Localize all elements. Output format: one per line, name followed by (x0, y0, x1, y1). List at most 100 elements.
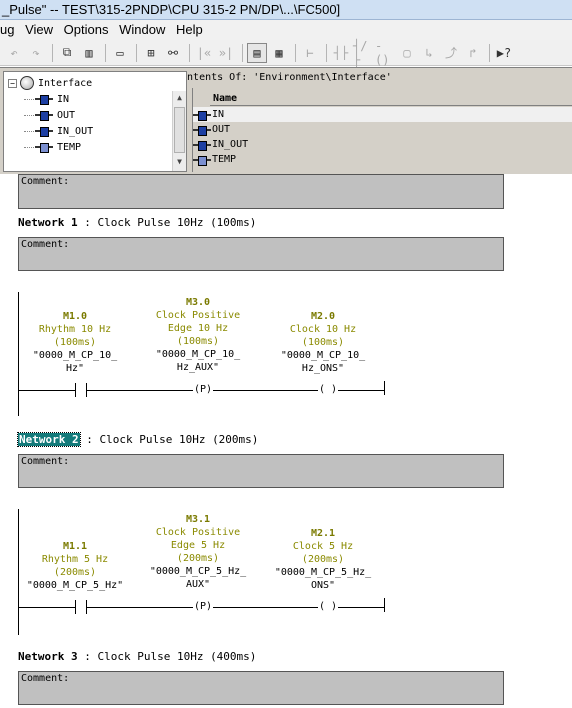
network-1-comment[interactable]: Comment: (18, 237, 504, 271)
coil-m2-1[interactable]: M2.1 Clock 5 Hz (200ms) "0000_M_CP_5_Hz_… (270, 527, 376, 592)
symbol-name: "0000_M_CP_5_Hz_ (149, 566, 247, 577)
scroll-down-icon[interactable]: ▼ (173, 155, 186, 169)
operand-address: M1.0 (62, 311, 88, 322)
symbol-comment: (200ms) (301, 554, 345, 565)
window-title: _Pulse" -- TEST\315-2PNDP\CPU 315-2 PN/D… (0, 0, 572, 20)
symbol-name: "0000_M_CP_5_Hz" (26, 580, 124, 591)
network-3-comment[interactable]: Comment: (18, 671, 504, 705)
tree-item-out[interactable]: OUT (24, 107, 75, 123)
jump-icon[interactable]: ↱ (463, 43, 483, 63)
network-title-text: : Clock Pulse 10Hz (100ms) (84, 216, 257, 229)
no-contact[interactable] (75, 600, 87, 614)
contact-m1-0[interactable]: M1.0 Rhythm 10 Hz (100ms) "0000_M_CP_10_… (22, 310, 128, 375)
symbol-comment: Clock 10 Hz (289, 324, 357, 335)
tree-item-label: IN (57, 93, 70, 105)
toolbar: ↶ ↷ ⧉ ▥ ▭ ⊞ ⚯ |« »| ▤ ▦ ⊢ ┤├ ┤/├ -() ▢ ↳… (0, 39, 572, 67)
help-icon[interactable]: ▶? (494, 43, 514, 63)
toolbar-separator (136, 43, 137, 62)
out-param-icon (193, 125, 211, 136)
positive-edge-coil[interactable]: (P) (193, 384, 214, 396)
symbol-comment: Edge 5 Hz (170, 540, 226, 551)
nc-contact-icon[interactable]: ┤/├ (353, 39, 373, 67)
rung-end (384, 381, 385, 395)
menu-options[interactable]: Options (64, 20, 116, 40)
symbol-name: "0000_M_CP_10_ (32, 350, 118, 361)
tree-scrollbar[interactable]: ▲ ▼ (172, 91, 186, 171)
temp-param-icon (35, 142, 53, 153)
network-3-title[interactable]: Network 3 : Clock Pulse 10Hz (400ms) (18, 650, 256, 663)
overview-icon[interactable]: ▭ (110, 43, 130, 63)
operand-address: M3.1 (185, 514, 211, 525)
table-row-in-out[interactable]: IN_OUT (193, 137, 572, 152)
close-branch-icon[interactable]: ⤴ (441, 43, 461, 63)
positive-edge-coil[interactable]: (P) (193, 601, 214, 613)
symbol-comment: Clock Positive (155, 310, 241, 321)
operand-address: M3.0 (185, 297, 211, 308)
undo-icon[interactable]: ↶ (4, 43, 24, 63)
menu-help[interactable]: Help (176, 20, 210, 40)
menu-view[interactable]: View (25, 20, 60, 40)
detail-icon[interactable]: ▦ (269, 43, 289, 63)
tree-item-temp[interactable]: TEMP (24, 139, 81, 155)
column-header-name[interactable]: Name (210, 91, 572, 106)
tree-item-in[interactable]: IN (24, 91, 69, 107)
scroll-up-icon[interactable]: ▲ (173, 91, 186, 105)
network-icon[interactable]: ⊞ (141, 43, 161, 63)
symbol-name: "0000_M_CP_10_ (155, 349, 241, 360)
first-icon[interactable]: |« (194, 43, 214, 63)
network-2-title[interactable]: Network 2 : Clock Pulse 10Hz (200ms) (17, 432, 259, 447)
symbol-comment: (200ms) (53, 567, 97, 578)
tree-root-label: Interface (38, 77, 93, 89)
rung-end (384, 598, 385, 612)
no-contact[interactable] (75, 383, 87, 397)
interface-panel: Contents Of: 'Environment\Interface' − I… (0, 67, 572, 174)
box-icon[interactable]: ▢ (397, 43, 417, 63)
monitor-icon[interactable]: ▥ (79, 43, 99, 63)
scroll-thumb[interactable] (174, 107, 185, 153)
branch-icon[interactable]: ⊢ (300, 43, 320, 63)
toolbar-separator (52, 43, 53, 62)
tree-root[interactable]: − Interface (8, 75, 92, 91)
network-2-comment[interactable]: Comment: (18, 454, 504, 488)
block-comment[interactable]: Comment: (18, 174, 504, 209)
coil-m3-0[interactable]: M3.0 Clock Positive Edge 10 Hz (100ms) "… (145, 296, 251, 374)
table-row-in[interactable]: IN (193, 107, 572, 122)
compare-icon[interactable]: ⧉ (57, 43, 77, 63)
network-title-text: : Clock Pulse 10Hz (200ms) (86, 433, 259, 446)
symbol-name: "0000_M_CP_5_Hz_ (274, 567, 372, 578)
coil-icon[interactable]: -() (375, 39, 395, 67)
symbol-comment: Rhythm 10 Hz (38, 324, 112, 335)
network-label: Network 2 (17, 432, 81, 447)
tree-item-label: OUT (57, 109, 76, 121)
tree-item-label: IN_OUT (57, 125, 94, 137)
output-coil[interactable]: ( ) (318, 384, 339, 396)
power-rail (18, 509, 19, 635)
output-coil[interactable]: ( ) (318, 601, 339, 613)
symbol-comment: (100ms) (53, 337, 97, 348)
window-icon[interactable]: ▤ (247, 42, 267, 63)
network-label: Network 3 (18, 650, 78, 663)
network-1-title[interactable]: Network 1 : Clock Pulse 10Hz (100ms) (18, 216, 256, 229)
last-icon[interactable]: »| (216, 43, 236, 63)
menu-window[interactable]: Window (119, 20, 172, 40)
table-row-out[interactable]: OUT (193, 122, 572, 137)
menu-debug[interactable]: ug (0, 20, 21, 40)
tree-item-label: TEMP (57, 141, 82, 153)
open-branch-icon[interactable]: ↳ (419, 43, 439, 63)
contact-m1-1[interactable]: M1.1 Rhythm 5 Hz (200ms) "0000_M_CP_5_Hz… (22, 540, 128, 592)
collapse-icon[interactable]: − (8, 78, 17, 88)
redo-icon[interactable]: ↷ (26, 43, 46, 63)
ladder-editor[interactable]: Comment: Network 1 : Clock Pulse 10Hz (1… (0, 174, 572, 708)
network-label: Network 1 (18, 216, 78, 229)
coil-m2-0[interactable]: M2.0 Clock 10 Hz (100ms) "0000_M_CP_10_ … (270, 310, 376, 375)
no-contact-icon[interactable]: ┤├ (331, 43, 351, 63)
temp-param-icon (193, 155, 211, 166)
table-row-temp[interactable]: TEMP (193, 152, 572, 167)
coil-m3-1[interactable]: M3.1 Clock Positive Edge 5 Hz (200ms) "0… (145, 513, 251, 591)
symbol-comment: (100ms) (176, 336, 220, 347)
glasses-icon[interactable]: ⚯ (163, 43, 183, 63)
symbol-name: "0000_M_CP_10_ (280, 350, 366, 361)
symbol-name: AUX" (185, 579, 211, 590)
operand-address: M2.1 (310, 528, 336, 539)
tree-item-in-out[interactable]: IN_OUT (24, 123, 93, 139)
